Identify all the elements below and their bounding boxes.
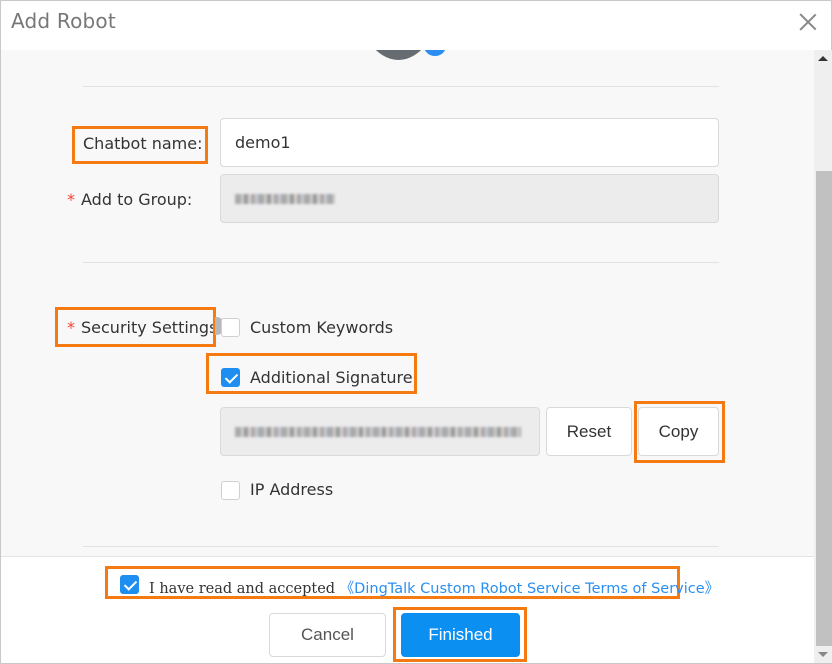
divider bbox=[83, 546, 719, 547]
chatbot-name-value: demo1 bbox=[235, 133, 291, 152]
cancel-button[interactable]: Cancel bbox=[269, 613, 386, 657]
ip-address-checkbox[interactable] bbox=[221, 481, 240, 500]
required-mark: * bbox=[67, 190, 75, 209]
scroll-down-arrow-icon[interactable] bbox=[814, 646, 832, 663]
dialog-body: Chatbot name: demo1 * Add to Group: * Secu… bbox=[1, 50, 814, 556]
secret-key-blurred bbox=[235, 426, 521, 437]
reset-button[interactable]: Reset bbox=[546, 407, 632, 456]
custom-keywords-checkbox[interactable] bbox=[221, 318, 240, 337]
terms-agreement-text: I have read and accepted 《DingTalk Custo… bbox=[149, 577, 719, 598]
dialog-header: Add Robot bbox=[1, 1, 831, 50]
divider bbox=[83, 262, 719, 263]
additional-signature-checkbox[interactable] bbox=[221, 368, 240, 387]
avatar-edit-badge-icon[interactable] bbox=[424, 50, 446, 56]
ip-address-label[interactable]: IP Address bbox=[250, 480, 333, 499]
scrollbar[interactable] bbox=[814, 50, 832, 663]
group-name-blurred bbox=[235, 193, 335, 204]
add-robot-dialog: Add Robot Chatbot name: demo1 * Add to Gr… bbox=[0, 0, 832, 664]
security-settings-label: * Security Settings bbox=[67, 318, 217, 337]
security-settings-label-text: Security Settings bbox=[81, 318, 218, 337]
add-to-group-label: * Add to Group: bbox=[67, 190, 192, 209]
scroll-up-arrow-icon[interactable] bbox=[814, 50, 832, 68]
custom-keywords-label[interactable]: Custom Keywords bbox=[250, 318, 393, 337]
close-icon[interactable] bbox=[797, 11, 819, 33]
copy-button[interactable]: Copy bbox=[638, 407, 719, 456]
add-to-group-label-text: Add to Group: bbox=[81, 190, 193, 209]
scrollbar-thumb[interactable] bbox=[816, 171, 832, 647]
signature-secret-input[interactable] bbox=[220, 407, 540, 456]
add-to-group-input bbox=[220, 174, 719, 223]
chatbot-name-label: Chatbot name: bbox=[83, 134, 203, 153]
divider bbox=[83, 86, 719, 87]
terms-agreement-checkbox[interactable] bbox=[120, 575, 139, 594]
terms-text: I have read and accepted bbox=[149, 581, 340, 597]
additional-signature-label[interactable]: Additional Signature bbox=[250, 368, 413, 387]
finished-button[interactable]: Finished bbox=[401, 613, 520, 657]
terms-of-service-link[interactable]: 《DingTalk Custom Robot Service Terms of … bbox=[340, 581, 719, 597]
dialog-title: Add Robot bbox=[11, 9, 116, 33]
dialog-footer: I have read and accepted 《DingTalk Custo… bbox=[1, 556, 814, 663]
chatbot-name-input[interactable]: demo1 bbox=[220, 118, 719, 167]
required-mark: * bbox=[67, 318, 75, 337]
